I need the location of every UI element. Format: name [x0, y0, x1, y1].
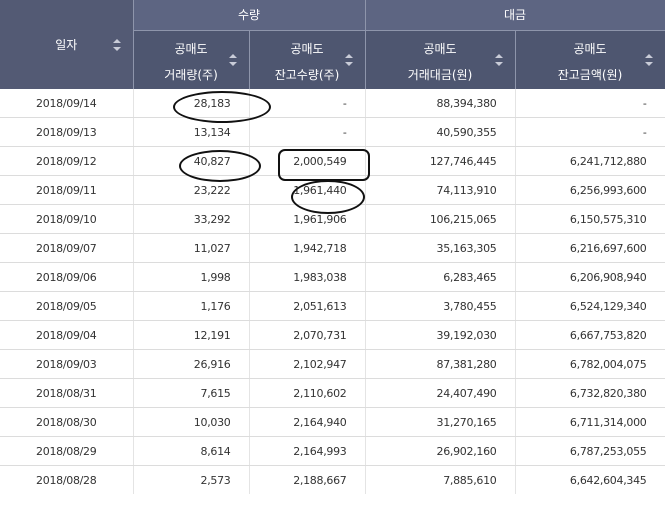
table-row: 2018/09/13 13,134-40,590,355-: [0, 117, 665, 147]
trade-amount-cell: 87,381,280: [365, 349, 516, 379]
volume-column-header[interactable]: 공매도 거래량(주): [133, 30, 250, 89]
table-row: 2018/09/06 1,998 1,983,038 6,283,465 6,206,9…: [0, 262, 665, 292]
balance-amount-cell: 6,524,129,340: [515, 291, 665, 321]
volume-cell: 8,614: [133, 436, 250, 466]
trade-amount-cell: 88,394,380: [365, 89, 516, 118]
balance-qty-cell: 1,961,440: [249, 175, 366, 205]
balance-amount-cell: 6,711,314,000: [515, 407, 665, 437]
table-row: 2018/09/04 12,191 2,070,731 39,192,030 6,667…: [0, 320, 665, 350]
table-row: 2018/09/11 23,222 1,961,440 74,113,910 6,256…: [0, 175, 665, 205]
sort-icon[interactable]: [228, 53, 237, 67]
sort-icon[interactable]: [644, 53, 653, 67]
short-selling-table: 일자 수량 대금 공매도 거래량(주) 공매도 잔고수량(주) 공매도 거래대금…: [0, 0, 665, 494]
balance-amount-cell: 6,642,604,345: [515, 465, 665, 494]
volume-cell: 1,998: [133, 262, 250, 292]
trade-amount-cell: 40,590,355: [365, 117, 516, 147]
table-header: 일자 수량 대금 공매도 거래량(주) 공매도 잔고수량(주) 공매도 거래대금…: [0, 0, 665, 89]
quantity-group-header: 수량: [133, 0, 366, 31]
date-cell: 2018/09/10: [0, 204, 134, 234]
volume-cell: 10,030: [133, 407, 250, 437]
date-cell: 2018/09/13: [0, 117, 134, 147]
date-cell: 2018/08/31: [0, 378, 134, 408]
date-cell: 2018/09/03: [0, 349, 134, 379]
balance-amount-cell: 6,782,004,075: [515, 349, 665, 379]
balance-qty-cell: 2,000,549: [249, 146, 366, 176]
trade-amount-cell: 127,746,445: [365, 146, 516, 176]
balance-qty-cell: -: [249, 117, 366, 147]
balance-amount-cell: 6,667,753,820: [515, 320, 665, 350]
date-cell: 2018/08/28: [0, 465, 134, 494]
balance-amount-cell: 6,256,993,600: [515, 175, 665, 205]
date-cell: 2018/09/14: [0, 89, 134, 118]
balance-qty-cell: -: [249, 89, 366, 118]
table-row: 2018/08/29 8,614 2,164,993 26,902,160 6,787,…: [0, 436, 665, 466]
trade-amount-cell: 3,780,455: [365, 291, 516, 321]
balance-qty-cell: 2,051,613: [249, 291, 366, 321]
volume-cell: 2,573: [133, 465, 250, 494]
date-cell: 2018/09/04: [0, 320, 134, 350]
date-cell: 2018/09/05: [0, 291, 134, 321]
table-row: 2018/09/05 1,176 2,051,613 3,780,455 6,524,1…: [0, 291, 665, 321]
balance-amount-cell: 6,216,697,600: [515, 233, 665, 263]
table-body: 2018/09/14 28,183-88,394,380-2018/09/13 13…: [0, 89, 665, 494]
balance-qty-column-header[interactable]: 공매도 잔고수량(주): [249, 30, 366, 89]
volume-cell: 12,191: [133, 320, 250, 350]
table-row: 2018/09/03 26,916 2,102,947 87,381,280 6,782…: [0, 349, 665, 379]
table-row: 2018/08/28 2,573 2,188,667 7,885,610 6,642,6…: [0, 465, 665, 494]
trade-amount-cell: 6,283,465: [365, 262, 516, 292]
volume-cell: 28,183: [133, 89, 250, 118]
volume-cell: 23,222: [133, 175, 250, 205]
date-cell: 2018/08/30: [0, 407, 134, 437]
date-cell: 2018/09/11: [0, 175, 134, 205]
table-row: 2018/08/31 7,615 2,110,602 24,407,490 6,732,…: [0, 378, 665, 408]
balance-qty-cell: 2,102,947: [249, 349, 366, 379]
balance-amount-cell: -: [515, 89, 665, 118]
balance-amount-cell: 6,732,820,380: [515, 378, 665, 408]
trade-amount-cell: 74,113,910: [365, 175, 516, 205]
volume-cell: 1,176: [133, 291, 250, 321]
balance-amount-cell: 6,241,712,880: [515, 146, 665, 176]
balance-qty-cell: 2,188,667: [249, 465, 366, 494]
volume-cell: 13,134: [133, 117, 250, 147]
amount-group-header: 대금: [365, 0, 665, 31]
trade-amount-cell: 39,192,030: [365, 320, 516, 350]
balance-qty-cell: 1,961,906: [249, 204, 366, 234]
balance-amount-cell: -: [515, 117, 665, 147]
date-cell: 2018/08/29: [0, 436, 134, 466]
trade-amount-column-header[interactable]: 공매도 거래대금(원): [365, 30, 516, 89]
balance-qty-cell: 2,070,731: [249, 320, 366, 350]
sort-icon[interactable]: [344, 53, 353, 67]
trade-amount-cell: 35,163,305: [365, 233, 516, 263]
trade-amount-cell: 24,407,490: [365, 378, 516, 408]
volume-cell: 40,827: [133, 146, 250, 176]
date-column-header[interactable]: 일자: [0, 0, 134, 89]
table-row: 2018/09/07 11,027 1,942,718 35,163,305 6,216…: [0, 233, 665, 263]
date-cell: 2018/09/12: [0, 146, 134, 176]
table-row: 2018/09/12 40,827 2,000,549 127,746,445 6,24…: [0, 146, 665, 176]
balance-qty-cell: 2,164,993: [249, 436, 366, 466]
volume-cell: 33,292: [133, 204, 250, 234]
trade-amount-cell: 106,215,065: [365, 204, 516, 234]
volume-cell: 26,916: [133, 349, 250, 379]
balance-qty-cell: 1,942,718: [249, 233, 366, 263]
sort-icon[interactable]: [112, 38, 121, 52]
trade-amount-cell: 7,885,610: [365, 465, 516, 494]
balance-amount-column-header[interactable]: 공매도 잔고금액(원): [515, 30, 665, 89]
volume-cell: 7,615: [133, 378, 250, 408]
balance-amount-cell: 6,787,253,055: [515, 436, 665, 466]
balance-amount-cell: 6,150,575,310: [515, 204, 665, 234]
trade-amount-cell: 31,270,165: [365, 407, 516, 437]
table-row: 2018/09/10 33,292 1,961,906 106,215,065 6,15…: [0, 204, 665, 234]
balance-amount-cell: 6,206,908,940: [515, 262, 665, 292]
table-row: 2018/09/14 28,183-88,394,380-: [0, 89, 665, 118]
date-cell: 2018/09/07: [0, 233, 134, 263]
table-row: 2018/08/30 10,030 2,164,940 31,270,165 6,711…: [0, 407, 665, 437]
balance-qty-cell: 1,983,038: [249, 262, 366, 292]
trade-amount-cell: 26,902,160: [365, 436, 516, 466]
balance-qty-cell: 2,164,940: [249, 407, 366, 437]
balance-qty-cell: 2,110,602: [249, 378, 366, 408]
volume-cell: 11,027: [133, 233, 250, 263]
sort-icon[interactable]: [494, 53, 503, 67]
date-cell: 2018/09/06: [0, 262, 134, 292]
